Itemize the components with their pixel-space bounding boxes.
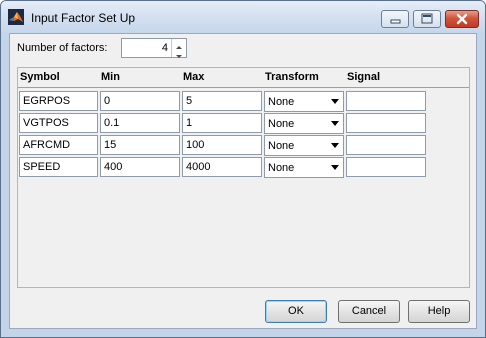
max-cell[interactable]: 1 xyxy=(182,113,262,133)
max-cell[interactable]: 100 xyxy=(182,135,262,155)
close-button[interactable] xyxy=(445,10,479,28)
dialog-window: Input Factor Set Up Number of factors: 4 xyxy=(0,0,486,338)
signal-cell[interactable] xyxy=(346,91,426,111)
transform-value: None xyxy=(268,118,295,130)
symbol-cell[interactable]: SPEED xyxy=(19,157,98,177)
transform-value: None xyxy=(268,140,295,152)
spinner-down-button[interactable] xyxy=(172,48,186,58)
title-bar[interactable]: Input Factor Set Up xyxy=(1,1,485,33)
transform-value: None xyxy=(268,96,295,108)
cancel-button[interactable]: Cancel xyxy=(338,300,400,323)
dialog-body: Number of factors: 4 Symbol Min Max Tran… xyxy=(9,33,477,329)
header-transform: Transform xyxy=(265,71,319,83)
transform-dropdown[interactable]: None xyxy=(264,91,344,112)
number-of-factors-spinner[interactable]: 4 xyxy=(121,38,187,58)
max-cell[interactable]: 5 xyxy=(182,91,262,111)
symbol-cell[interactable]: AFRCMD xyxy=(19,135,98,155)
chevron-down-icon xyxy=(331,99,339,104)
transform-dropdown[interactable]: None xyxy=(264,135,344,156)
spinner-buttons xyxy=(171,39,186,58)
help-button[interactable]: Help xyxy=(408,300,470,323)
transform-dropdown[interactable]: None xyxy=(264,157,344,178)
min-cell[interactable]: 400 xyxy=(100,157,180,177)
header-min: Min xyxy=(101,71,120,83)
chevron-down-icon xyxy=(176,55,182,58)
signal-cell[interactable] xyxy=(346,157,426,177)
symbol-cell[interactable]: EGRPOS xyxy=(19,91,98,111)
maximize-icon xyxy=(421,13,433,24)
chevron-down-icon xyxy=(331,165,339,170)
minimize-button[interactable] xyxy=(381,10,409,28)
number-of-factors-value[interactable]: 4 xyxy=(162,42,168,54)
header-divider xyxy=(18,87,469,88)
min-cell[interactable]: 0 xyxy=(100,91,180,111)
matlab-logo-icon xyxy=(8,9,24,25)
header-symbol: Symbol xyxy=(20,71,60,83)
close-icon xyxy=(456,13,468,25)
window-title: Input Factor Set Up xyxy=(31,11,136,25)
signal-cell[interactable] xyxy=(346,135,426,155)
chevron-down-icon xyxy=(331,143,339,148)
number-of-factors-label: Number of factors: xyxy=(17,42,108,54)
factor-table: Symbol Min Max Transform Signal EGRPOS 0… xyxy=(17,67,470,288)
signal-cell[interactable] xyxy=(346,113,426,133)
ok-button[interactable]: OK xyxy=(265,300,327,323)
max-cell[interactable]: 4000 xyxy=(182,157,262,177)
symbol-cell[interactable]: VGTPOS xyxy=(19,113,98,133)
minimize-icon xyxy=(390,19,401,24)
min-cell[interactable]: 0.1 xyxy=(100,113,180,133)
header-signal: Signal xyxy=(347,71,381,83)
maximize-button[interactable] xyxy=(413,10,441,28)
transform-value: None xyxy=(268,162,295,174)
header-max: Max xyxy=(183,71,205,83)
chevron-down-icon xyxy=(331,121,339,126)
spinner-up-button[interactable] xyxy=(172,39,186,49)
min-cell[interactable]: 15 xyxy=(100,135,180,155)
transform-dropdown[interactable]: None xyxy=(264,113,344,134)
